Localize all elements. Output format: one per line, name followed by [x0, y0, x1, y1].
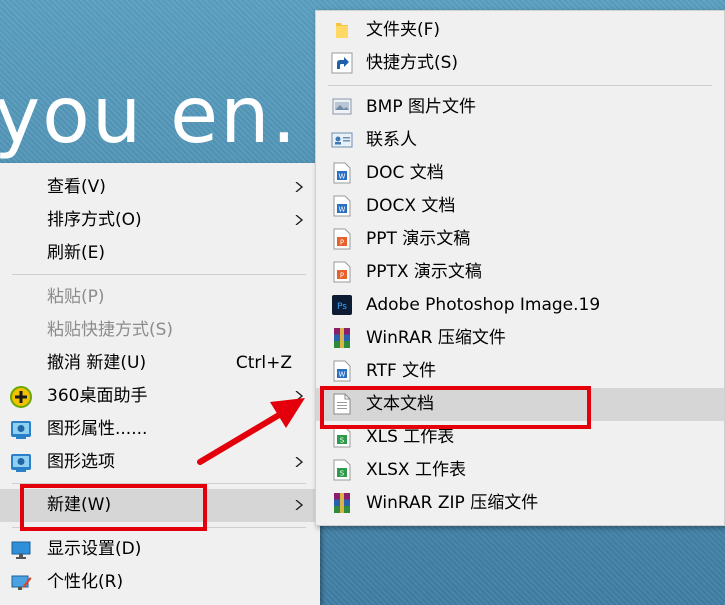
menu-item-label: 个性化(R)	[47, 572, 124, 592]
menu-item-shortcut: Ctrl+Z	[235, 353, 292, 373]
menu-item-paste[interactable]: 粘贴(P)	[0, 281, 320, 314]
xls-icon: S	[333, 426, 351, 448]
360-assistant-icon	[10, 386, 32, 408]
highlight-box-new	[20, 484, 207, 531]
intel-graphics-icon	[11, 421, 31, 439]
word-doc-icon: W	[333, 162, 351, 184]
menu-item-label: 查看(V)	[47, 177, 106, 197]
submenu-separator	[328, 85, 712, 86]
menu-item-label: 刷新(E)	[47, 243, 106, 263]
pptx-icon: P	[333, 261, 351, 283]
personalize-icon	[11, 575, 32, 590]
word-docx-icon: W	[333, 195, 351, 217]
contact-icon	[331, 132, 353, 148]
svg-text:W: W	[339, 206, 346, 214]
chevron-right-icon	[295, 457, 304, 467]
menu-separator	[12, 274, 306, 275]
chevron-right-icon	[295, 182, 304, 192]
svg-text:S: S	[340, 470, 345, 478]
submenu-item-contact[interactable]: 联系人	[316, 124, 724, 157]
submenu-item-shortcut[interactable]: 快捷方式(S)	[316, 47, 724, 80]
menu-item-display-settings[interactable]: 显示设置(D)	[0, 533, 320, 566]
submenu-item-label: DOC 文档	[366, 163, 444, 183]
menu-item-personalize[interactable]: 个性化(R)	[0, 566, 320, 599]
display-settings-icon	[11, 541, 31, 559]
shortcut-icon	[331, 52, 353, 74]
chevron-right-icon	[295, 500, 304, 510]
submenu-item-label: DOCX 文档	[366, 196, 456, 216]
highlight-box-text-document	[320, 386, 591, 429]
xlsx-icon: S	[333, 459, 351, 481]
submenu-item-label: BMP 图片文件	[366, 97, 476, 117]
menu-item-paste-shortcut[interactable]: 粘贴快捷方式(S)	[0, 314, 320, 347]
menu-item-label: 显示设置(D)	[47, 539, 142, 559]
new-submenu: 文件夹(F) 快捷方式(S) BMP 图片文件 联系人 W DOC 文档 W D…	[315, 10, 725, 526]
submenu-item-doc[interactable]: W DOC 文档	[316, 157, 724, 190]
submenu-item-label: Adobe Photoshop Image.19	[366, 295, 601, 315]
menu-item-label: 撤消 新建(U)	[47, 353, 147, 373]
submenu-item-winrar[interactable]: WinRAR 压缩文件	[316, 322, 724, 355]
chevron-right-icon	[295, 391, 304, 401]
submenu-item-label: XLSX 工作表	[366, 460, 466, 480]
svg-text:W: W	[339, 173, 346, 181]
bmp-file-icon	[332, 98, 352, 115]
submenu-item-bmp[interactable]: BMP 图片文件	[316, 91, 724, 124]
menu-item-label: 排序方式(O)	[47, 210, 142, 230]
menu-item-label: 图形属性......	[47, 419, 148, 439]
intel-graphics-icon	[11, 454, 31, 472]
submenu-item-label: WinRAR ZIP 压缩文件	[366, 493, 539, 513]
submenu-item-xlsx[interactable]: S XLSX 工作表	[316, 454, 724, 487]
submenu-item-label: WinRAR 压缩文件	[366, 328, 506, 348]
submenu-item-label: PPTX 演示文稿	[366, 262, 482, 282]
svg-text:P: P	[340, 272, 344, 280]
submenu-item-label: 文件夹(F)	[366, 20, 441, 40]
menu-item-graphics-options[interactable]: 图形选项	[0, 446, 320, 479]
submenu-item-label: 联系人	[366, 130, 417, 150]
menu-item-refresh[interactable]: 刷新(E)	[0, 237, 320, 270]
desktop-context-menu: 查看(V) 排序方式(O) 刷新(E) 粘贴(P) 粘贴快捷方式(S) 撤消 新…	[0, 163, 320, 605]
svg-text:Ps: Ps	[337, 302, 347, 312]
menu-item-label: 粘贴快捷方式(S)	[47, 320, 174, 340]
menu-item-label: 粘贴(P)	[47, 287, 105, 307]
menu-item-undo-new[interactable]: 撤消 新建(U) Ctrl+Z	[0, 347, 320, 380]
svg-text:W: W	[339, 371, 346, 379]
submenu-item-docx[interactable]: W DOCX 文档	[316, 190, 724, 223]
wallpaper-text: you en.	[0, 71, 299, 161]
menu-item-sort-by[interactable]: 排序方式(O)	[0, 204, 320, 237]
svg-text:S: S	[340, 437, 345, 445]
menu-item-label: 360桌面助手	[47, 386, 148, 406]
submenu-item-rtf[interactable]: W RTF 文件	[316, 355, 724, 388]
winrar-icon	[334, 328, 350, 348]
folder-icon	[336, 23, 348, 38]
menu-item-360-desktop-assistant[interactable]: 360桌面助手	[0, 380, 320, 413]
photoshop-icon: Ps	[332, 295, 352, 315]
submenu-item-photoshop[interactable]: Ps Adobe Photoshop Image.19	[316, 289, 724, 322]
submenu-item-pptx[interactable]: P PPTX 演示文稿	[316, 256, 724, 289]
rtf-icon: W	[333, 360, 351, 382]
submenu-item-label: 快捷方式(S)	[366, 53, 459, 73]
ppt-icon: P	[333, 228, 351, 250]
menu-item-graphics-properties[interactable]: 图形属性......	[0, 413, 320, 446]
chevron-right-icon	[295, 215, 304, 225]
menu-item-label: 图形选项	[47, 452, 115, 472]
submenu-item-label: RTF 文件	[366, 361, 437, 381]
submenu-item-label: PPT 演示文稿	[366, 229, 471, 249]
svg-text:P: P	[340, 239, 344, 247]
submenu-item-winrar-zip[interactable]: WinRAR ZIP 压缩文件	[316, 487, 724, 520]
winrar-zip-icon	[334, 493, 350, 513]
menu-item-view[interactable]: 查看(V)	[0, 171, 320, 204]
submenu-item-ppt[interactable]: P PPT 演示文稿	[316, 223, 724, 256]
submenu-item-folder[interactable]: 文件夹(F)	[316, 14, 724, 47]
